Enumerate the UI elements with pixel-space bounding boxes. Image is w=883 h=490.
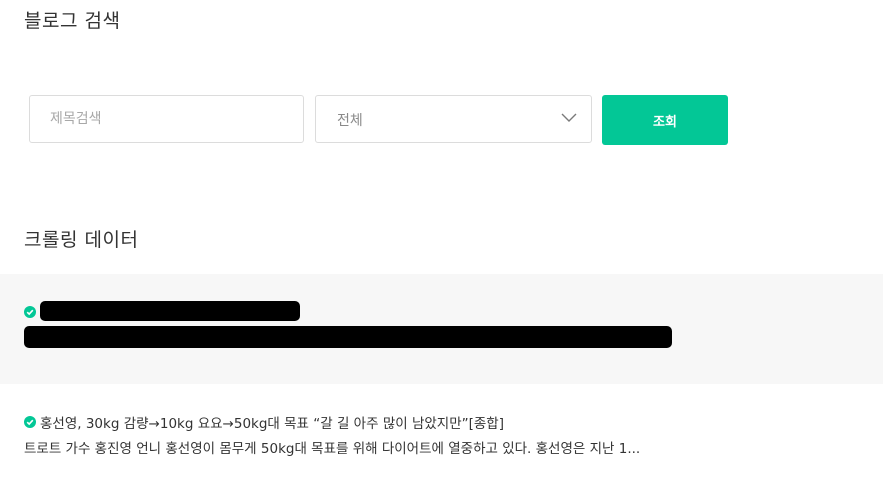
redaction-title xyxy=(40,301,300,321)
category-select[interactable]: 전체 xyxy=(315,95,592,143)
blog-search-page: 블로그 검색 전체 조회 크롤링 데이터 홍선영, 30kg 감량→10kg 요… xyxy=(0,0,883,490)
search-submit-button[interactable]: 조회 xyxy=(602,95,728,145)
result-title[interactable]: 홍선영, 30kg 감량→10kg 요요→50kg대 목표 “갈 길 아주 많이… xyxy=(40,412,504,432)
page-title: 블로그 검색 xyxy=(24,10,121,32)
section-title-crawl-data: 크롤링 데이터 xyxy=(24,229,139,251)
title-search-input[interactable] xyxy=(29,95,304,143)
check-circle-icon xyxy=(24,306,36,318)
result-item-redacted[interactable] xyxy=(0,274,883,384)
redaction-body xyxy=(24,326,672,348)
result-item[interactable]: 홍선영, 30kg 감량→10kg 요요→50kg대 목표 “갈 길 아주 많이… xyxy=(0,400,883,470)
chevron-down-icon xyxy=(561,113,577,122)
category-select-value: 전체 xyxy=(337,113,363,129)
check-circle-icon xyxy=(24,416,36,428)
result-snippet: 트로트 가수 홍진영 언니 홍선영이 몸무게 50kg대 목표를 위해 다이어트… xyxy=(24,441,641,457)
